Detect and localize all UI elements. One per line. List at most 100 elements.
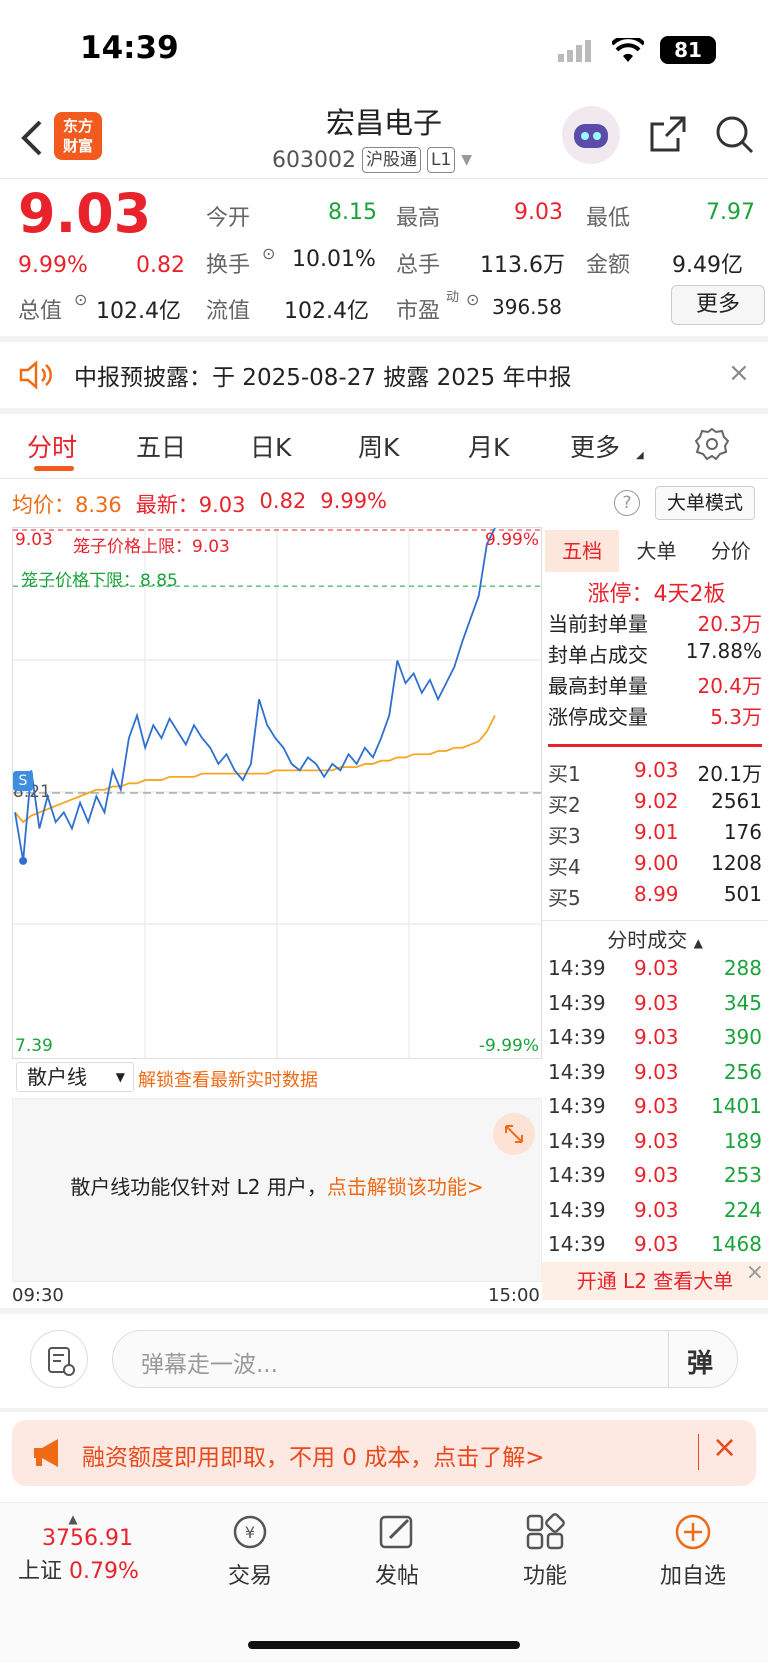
trade-price: 9.03 — [634, 1232, 679, 1256]
seal-value: 5.3万 — [710, 705, 762, 729]
trade-icon: ¥ — [233, 1515, 267, 1549]
close-icon[interactable]: × — [746, 1254, 764, 1292]
trade-price: 9.03 — [634, 1025, 679, 1049]
info-icon[interactable]: ⊙ — [74, 290, 87, 309]
nav-trade[interactable]: ¥ 交易 — [195, 1512, 305, 1590]
sub-indicator-panel: 散户线功能仅针对 L2 用户，点击解锁该功能> — [12, 1098, 542, 1282]
mktcap-value: 102.4亿 — [96, 299, 181, 324]
close-icon[interactable]: × — [728, 358, 750, 388]
tab-monthly-k[interactable]: 月K — [468, 428, 509, 464]
low-label: 最低 — [586, 206, 631, 231]
x-start: 09:30 — [12, 1285, 64, 1306]
info-icon[interactable]: ⊙ — [262, 244, 275, 263]
search-icon[interactable] — [714, 114, 756, 156]
big-order-mode-button[interactable]: 大单模式 — [655, 486, 755, 520]
chart-bottom-right: -9.99% — [478, 1036, 539, 1056]
tab-five-day[interactable]: 五日 — [136, 428, 186, 464]
index-value: 3756.91 — [42, 1526, 133, 1551]
seal-label: 封单占成交 — [548, 643, 648, 667]
amount-label: 金额 — [586, 253, 631, 278]
chart-info: 均价：8.36 最新：9.03 0.82 9.99% — [12, 489, 387, 519]
turnover-value: 10.01% — [292, 247, 376, 272]
danmu-settings-icon[interactable] — [30, 1330, 88, 1388]
seal-label: 最高封单量 — [548, 674, 648, 698]
index-name: 上证 — [18, 1559, 63, 1584]
bid-label: 买1 — [548, 762, 581, 786]
trade-volume: 288 — [723, 956, 762, 980]
volume-value: 113.6万 — [480, 253, 565, 278]
indicator-select[interactable]: 散户线 ▼ — [16, 1062, 134, 1092]
notice-bar[interactable]: 中报预披露：于 2025-08-27 披露 2025 年中报 × — [0, 342, 768, 408]
seal-row: 涨停成交量 5.3万 — [548, 701, 762, 730]
nav-functions[interactable]: 功能 — [490, 1512, 600, 1590]
trade-price: 9.03 — [634, 1163, 679, 1187]
tab-five-level[interactable]: 五档 — [545, 530, 620, 572]
tab-price-split[interactable]: 分价 — [694, 530, 768, 572]
bid-row[interactable]: 买1 9.03 20.1万 — [548, 758, 762, 790]
trade-row: 14:39 9.03 345 — [548, 991, 762, 1025]
danmu-input[interactable]: 弹幕走一波... 弹 — [112, 1330, 738, 1388]
expand-icon[interactable] — [493, 1113, 535, 1155]
unlock-link[interactable]: 点击解锁该功能> — [327, 1175, 484, 1199]
info-icon[interactable]: ⊙ — [466, 290, 479, 309]
bid-row[interactable]: 买5 8.99 501 — [548, 882, 762, 914]
limit-status: 涨停：4天2板 — [587, 582, 726, 607]
robot-avatar[interactable] — [562, 106, 620, 164]
tab-intraday[interactable]: 分时 — [27, 428, 77, 464]
gear-icon[interactable] — [694, 426, 730, 462]
trade-volume: 1468 — [711, 1232, 762, 1256]
tab-weekly-k[interactable]: 周K — [358, 428, 399, 464]
trade-row: 14:39 9.03 224 — [548, 1198, 762, 1232]
edit-icon — [379, 1515, 413, 1549]
trade-price: 9.03 — [634, 956, 679, 980]
seal-label: 当前封单量 — [548, 612, 648, 636]
stock-code-line[interactable]: 603002 沪股通 L1 ▼ — [272, 147, 472, 173]
battery-icon: 81 — [660, 36, 716, 64]
change-pct: 9.99% — [18, 253, 88, 278]
help-icon[interactable]: ? — [614, 490, 640, 516]
high-label: 最高 — [396, 206, 441, 231]
trade-price: 9.03 — [634, 1094, 679, 1118]
open-label: 今开 — [206, 206, 251, 231]
lower-limit-label: 笼子价格下限：8.85 — [21, 571, 178, 591]
chart-bottom-left: 7.39 — [15, 1036, 53, 1056]
seal-row: 当前封单量 20.3万 — [548, 608, 762, 637]
intraday-chart[interactable]: 9.03 笼子价格上限：9.03 9.99% 笼子价格下限：8.85 8.21 … — [12, 527, 542, 1059]
close-icon[interactable]: × — [712, 1430, 737, 1465]
tab-daily-k[interactable]: 日K — [250, 428, 291, 464]
nav-post[interactable]: 发帖 — [342, 1512, 452, 1590]
tab-more[interactable]: 更多 — [570, 428, 620, 464]
trade-price: 9.03 — [634, 1197, 679, 1222]
share-icon[interactable] — [648, 114, 688, 154]
unlock-hint[interactable]: 解锁查看最新实时数据 — [138, 1066, 318, 1092]
trade-volume: 256 — [723, 1059, 762, 1084]
last-price: 9.03 — [18, 182, 152, 245]
l2-banner[interactable]: 开通 L2 查看大单 × — [542, 1260, 768, 1300]
seal-value: 20.3万 — [697, 612, 762, 636]
trade-time: 14:39 — [548, 956, 606, 980]
bid-price: 8.99 — [634, 882, 679, 906]
tab-big-order[interactable]: 大单 — [619, 530, 693, 572]
bid-volume: 20.1万 — [697, 762, 762, 786]
index-pct: 0.79% — [69, 1559, 139, 1584]
change-amount: 0.82 — [136, 253, 185, 278]
latest-change: 0.82 — [259, 489, 307, 513]
more-button[interactable]: 更多 — [671, 285, 765, 325]
bid-row[interactable]: 买2 9.02 2561 — [548, 789, 762, 821]
margin-ad-banner[interactable]: 融资额度即用即取，不用 0 成本，点击了解> × — [12, 1420, 756, 1486]
bid-row[interactable]: 买3 9.01 176 — [548, 820, 762, 852]
bid-volume: 501 — [723, 882, 762, 906]
trade-price: 9.03 — [634, 1059, 679, 1084]
trade-time: 14:39 — [548, 1059, 606, 1084]
nav-add-watchlist[interactable]: 加自选 — [638, 1512, 748, 1590]
latest-label: 最新： — [135, 493, 199, 517]
active-tab-indicator — [34, 466, 74, 471]
bid-row[interactable]: 买4 9.00 1208 — [548, 851, 762, 883]
trade-time: 14:39 — [548, 1197, 606, 1222]
danmu-send-button[interactable]: 弹 — [687, 1343, 713, 1380]
s-marker-icon[interactable]: S — [13, 771, 33, 791]
chart-top-right: 9.99% — [484, 530, 539, 550]
trade-row: 14:39 9.03 390 — [548, 1025, 762, 1059]
ad-text: 融资额度即用即取，不用 0 成本，点击了解> — [82, 1445, 545, 1471]
index-quote[interactable]: ▲ 3756.91 上证 0.79% — [18, 1512, 168, 1585]
